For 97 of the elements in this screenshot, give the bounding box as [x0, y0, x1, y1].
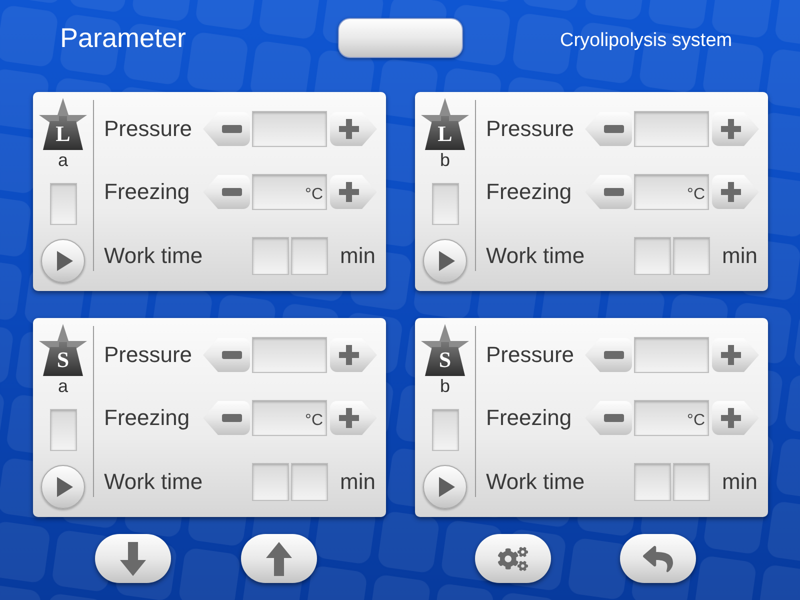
parameter-label: Pressure: [486, 118, 574, 140]
time-field[interactable]: [673, 237, 710, 275]
unit-label: °C: [687, 413, 705, 429]
unit-label: min: [722, 245, 758, 267]
minus-icon: [222, 351, 242, 359]
unit-label: min: [722, 471, 758, 493]
decrease-button[interactable]: [203, 401, 250, 435]
plus-icon: [720, 345, 740, 365]
down-arrow-icon: [120, 542, 146, 576]
unit-label: min: [340, 471, 376, 493]
channel-label: a: [58, 151, 68, 169]
decrease-button[interactable]: [203, 175, 250, 209]
play-icon: [57, 477, 73, 497]
increase-button[interactable]: [712, 112, 759, 146]
parameter-label: Pressure: [104, 118, 192, 140]
value-field[interactable]: [634, 111, 709, 147]
time-field[interactable]: [291, 463, 328, 501]
decrease-button[interactable]: [203, 338, 250, 372]
plus-icon: [338, 408, 358, 428]
plus-icon: [338, 182, 358, 202]
decrease-button[interactable]: [585, 401, 632, 435]
value-field[interactable]: [634, 337, 709, 373]
weight-icon: [421, 98, 469, 150]
plus-icon: [720, 182, 740, 202]
unit-label: min: [340, 245, 376, 267]
increase-button[interactable]: [712, 175, 759, 209]
parameter-label: Work time: [104, 245, 203, 267]
minus-icon: [604, 188, 624, 196]
minus-icon: [222, 414, 242, 422]
increase-button[interactable]: [330, 338, 377, 372]
unit-label: °C: [687, 187, 705, 203]
minus-icon: [222, 125, 242, 133]
value-field[interactable]: [252, 111, 327, 147]
value-field[interactable]: [252, 337, 327, 373]
unit-label: °C: [305, 413, 323, 429]
parameter-label: Work time: [486, 471, 585, 493]
play-icon: [439, 477, 455, 497]
increase-button[interactable]: [330, 401, 377, 435]
decrease-button[interactable]: [585, 112, 632, 146]
indicator-box: [50, 409, 76, 451]
minus-icon: [604, 125, 624, 133]
increase-button[interactable]: [330, 175, 377, 209]
parameter-label: Work time: [486, 245, 585, 267]
weight-icon: [39, 324, 87, 376]
value-field[interactable]: °C: [634, 174, 709, 210]
plus-icon: [720, 408, 740, 428]
time-field[interactable]: [634, 463, 671, 501]
decrease-button[interactable]: [585, 175, 632, 209]
decrease-button[interactable]: [203, 112, 250, 146]
parameter-label: Pressure: [104, 344, 192, 366]
weight-icon: [39, 98, 87, 150]
indicator-box: [432, 409, 458, 451]
unit-label: °C: [305, 187, 323, 203]
plus-icon: [720, 119, 740, 139]
parameter-label: Freezing: [104, 407, 190, 429]
parameter-label: Freezing: [486, 181, 572, 203]
weight-icon: [421, 324, 469, 376]
increase-button[interactable]: [712, 338, 759, 372]
play-button[interactable]: [423, 465, 467, 509]
play-icon: [57, 251, 73, 271]
time-field[interactable]: [252, 237, 289, 275]
decrease-button[interactable]: [585, 338, 632, 372]
parameter-label: Work time: [104, 471, 203, 493]
time-field[interactable]: [252, 463, 289, 501]
play-button[interactable]: [41, 239, 85, 283]
parameter-label: Pressure: [486, 344, 574, 366]
system-title: Cryolipolysis system: [560, 30, 732, 50]
plus-icon: [338, 119, 358, 139]
mode-letter: L: [56, 123, 70, 145]
time-field[interactable]: [634, 237, 671, 275]
value-field[interactable]: °C: [252, 400, 327, 436]
value-field[interactable]: °C: [634, 400, 709, 436]
channel-label: a: [58, 377, 68, 395]
minus-icon: [604, 351, 624, 359]
play-icon: [439, 251, 455, 271]
back-arrow-icon: [641, 544, 675, 574]
increase-button[interactable]: [330, 112, 377, 146]
mode-letter: S: [438, 349, 452, 371]
increase-button[interactable]: [712, 401, 759, 435]
channel-label: b: [440, 377, 450, 395]
mode-letter: L: [438, 123, 452, 145]
indicator-box: [50, 183, 76, 225]
play-button[interactable]: [41, 465, 85, 509]
time-field[interactable]: [291, 237, 328, 275]
play-button[interactable]: [423, 239, 467, 283]
plus-icon: [338, 345, 358, 365]
value-field[interactable]: °C: [252, 174, 327, 210]
parameter-label: Freezing: [104, 181, 190, 203]
time-field[interactable]: [673, 463, 710, 501]
minus-icon: [222, 188, 242, 196]
indicator-box: [432, 183, 458, 225]
parameter-label: Freezing: [486, 407, 572, 429]
minus-icon: [604, 414, 624, 422]
mode-letter: S: [56, 349, 70, 371]
page-title: Parameter: [60, 24, 186, 52]
up-arrow-icon: [266, 542, 292, 576]
channel-label: b: [440, 151, 450, 169]
